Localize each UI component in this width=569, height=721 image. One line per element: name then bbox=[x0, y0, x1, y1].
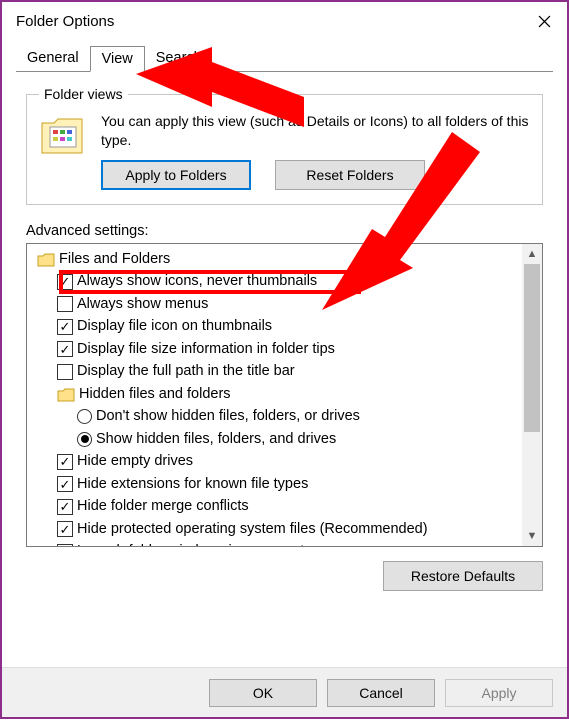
tree-root-item[interactable]: Files and Folders bbox=[33, 248, 522, 271]
tree-item-label: Always show icons, never thumbnails bbox=[77, 270, 317, 293]
ok-button[interactable]: OK bbox=[209, 679, 317, 707]
scrollbar[interactable]: ▲ ▼ bbox=[522, 244, 542, 546]
folder-icon bbox=[37, 251, 55, 267]
folder-views-legend: Folder views bbox=[39, 86, 128, 102]
tree-item-label: Always show menus bbox=[77, 293, 208, 316]
radio-icon[interactable] bbox=[77, 432, 92, 447]
checkbox-icon[interactable] bbox=[57, 544, 73, 546]
tree-item-label: Launch folder windows in a separate proc… bbox=[77, 540, 367, 546]
tree-item[interactable]: Hide folder merge conflicts bbox=[53, 495, 522, 518]
advanced-settings-label: Advanced settings: bbox=[26, 223, 543, 239]
checkbox-icon[interactable] bbox=[57, 476, 73, 492]
titlebar: Folder Options bbox=[2, 2, 567, 40]
folder-icon bbox=[57, 386, 75, 402]
tree-item[interactable]: Display file size information in folder … bbox=[53, 338, 522, 361]
tree-item[interactable]: Hide protected operating system files (R… bbox=[53, 518, 522, 541]
tree-item-label: Show hidden files, folders, and drives bbox=[96, 428, 336, 451]
checkbox-icon[interactable] bbox=[57, 499, 73, 515]
radio-icon[interactable] bbox=[77, 409, 92, 424]
scroll-down-icon[interactable]: ▼ bbox=[522, 526, 542, 546]
checkbox-icon[interactable] bbox=[57, 454, 73, 470]
reset-folders-button[interactable]: Reset Folders bbox=[275, 160, 425, 190]
folder-views-icon bbox=[39, 112, 89, 158]
checkbox-icon[interactable] bbox=[57, 341, 73, 357]
scroll-up-icon[interactable]: ▲ bbox=[522, 244, 542, 264]
close-button[interactable] bbox=[521, 2, 567, 40]
restore-defaults-button[interactable]: Restore Defaults bbox=[383, 561, 543, 591]
tab-panel-view: Folder views You can apply this view (su… bbox=[16, 72, 553, 601]
close-icon bbox=[538, 15, 551, 28]
tree-item[interactable]: Don't show hidden files, folders, or dri… bbox=[73, 405, 522, 428]
tree-item[interactable]: Launch folder windows in a separate proc… bbox=[53, 540, 522, 546]
checkbox-icon[interactable] bbox=[57, 274, 73, 290]
dialog-button-row: OK Cancel Apply bbox=[2, 667, 567, 717]
tree-item-label: Hide extensions for known file types bbox=[77, 473, 308, 496]
tree-item[interactable]: Hidden files and folders bbox=[53, 383, 522, 406]
tree-item[interactable]: Always show icons, never thumbnails bbox=[53, 270, 522, 293]
cancel-button[interactable]: Cancel bbox=[327, 679, 435, 707]
apply-to-folders-button[interactable]: Apply to Folders bbox=[101, 160, 251, 190]
tree-item-label: Display file icon on thumbnails bbox=[77, 315, 272, 338]
folder-views-text: You can apply this view (such as Details… bbox=[101, 112, 530, 150]
scroll-thumb[interactable] bbox=[524, 264, 540, 432]
advanced-settings-list: Files and FoldersAlways show icons, neve… bbox=[26, 243, 543, 547]
checkbox-icon[interactable] bbox=[57, 319, 73, 335]
tree-item-label: Files and Folders bbox=[59, 248, 170, 271]
tree-item-label: Display the full path in the title bar bbox=[77, 360, 295, 383]
tab-general[interactable]: General bbox=[16, 46, 90, 71]
tree-item[interactable]: Show hidden files, folders, and drives bbox=[73, 428, 522, 451]
tree-item[interactable]: Hide extensions for known file types bbox=[53, 473, 522, 496]
apply-button[interactable]: Apply bbox=[445, 679, 553, 707]
tree-item-label: Display file size information in folder … bbox=[77, 338, 335, 361]
checkbox-icon[interactable] bbox=[57, 364, 73, 380]
tree-item[interactable]: Hide empty drives bbox=[53, 450, 522, 473]
tab-bar: General View Search bbox=[16, 46, 553, 72]
window-title: Folder Options bbox=[16, 13, 521, 30]
tree-item[interactable]: Display the full path in the title bar bbox=[53, 360, 522, 383]
tree-item-label: Hide folder merge conflicts bbox=[77, 495, 249, 518]
tree-item[interactable]: Always show menus bbox=[53, 293, 522, 316]
tab-view[interactable]: View bbox=[90, 46, 145, 72]
tree-item-label: Hidden files and folders bbox=[79, 383, 231, 406]
tree-item-label: Don't show hidden files, folders, or dri… bbox=[96, 405, 360, 428]
checkbox-icon[interactable] bbox=[57, 521, 73, 537]
tree-item-label: Hide empty drives bbox=[77, 450, 193, 473]
tree-item[interactable]: Display file icon on thumbnails bbox=[53, 315, 522, 338]
checkbox-icon[interactable] bbox=[57, 296, 73, 312]
folder-views-group: Folder views You can apply this view (su… bbox=[26, 86, 543, 205]
tab-search[interactable]: Search bbox=[145, 46, 213, 71]
tree-item-label: Hide protected operating system files (R… bbox=[77, 518, 428, 541]
